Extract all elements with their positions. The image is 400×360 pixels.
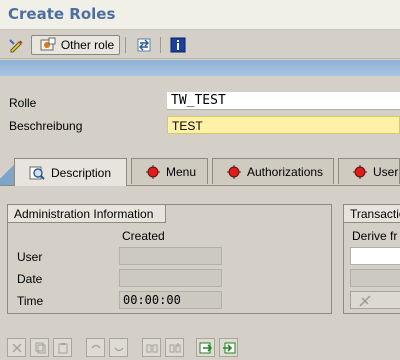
find-next-button[interactable] — [165, 338, 184, 357]
tab-authorizations-label: Authorizations — [247, 164, 324, 179]
application-toolbar: Other role — [0, 31, 400, 59]
red-status-icon — [353, 164, 367, 179]
info-button[interactable] — [168, 35, 188, 55]
switch-button[interactable] — [134, 35, 154, 55]
created-time-label: Time — [17, 294, 44, 308]
paste-button[interactable] — [53, 338, 72, 357]
derive-input[interactable] — [350, 247, 400, 265]
edit-toggle-button[interactable] — [6, 35, 26, 55]
scissors-icon — [12, 343, 21, 352]
rolle-label: Rolle — [9, 96, 37, 110]
tab-authorizations[interactable]: Authorizations — [212, 158, 334, 184]
tab-user[interactable]: User — [338, 158, 400, 184]
binoculars-plus-icon — [169, 342, 180, 352]
toolbar-separator — [125, 37, 126, 53]
created-time-field: 00:00:00 — [119, 291, 222, 309]
description-icon — [29, 166, 45, 180]
edit-pencil-icon — [9, 39, 23, 53]
tab-strip-edge — [0, 158, 14, 186]
created-user-label: User — [17, 250, 43, 264]
created-date-field — [119, 269, 222, 287]
switch-icon — [137, 38, 151, 52]
other-role-label: Other role — [60, 38, 115, 52]
created-header: Created — [122, 229, 165, 243]
tab-content: Administration Information Created User … — [0, 185, 400, 335]
other-role-icon — [40, 37, 56, 51]
info-icon — [170, 37, 186, 53]
transaction-title: Transactio — [344, 205, 400, 223]
created-user-field — [119, 247, 222, 265]
beschreibung-field[interactable]: TEST — [167, 116, 400, 134]
copy-icon — [35, 342, 45, 353]
beschreibung-label: Beschreibung — [9, 119, 83, 133]
import-icon — [222, 342, 235, 353]
tab-description[interactable]: Description — [14, 158, 127, 186]
tab-menu[interactable]: Menu — [131, 158, 208, 184]
paste-icon — [58, 342, 67, 353]
rolle-field[interactable]: TW_TEST — [167, 92, 400, 110]
export-button[interactable] — [196, 338, 215, 357]
export-icon — [199, 342, 212, 353]
find-button[interactable] — [142, 338, 161, 357]
tab-description-label: Description — [51, 165, 112, 180]
transaction-group: Transactio Derive fr — [343, 204, 400, 314]
other-role-button[interactable]: Other role — [31, 35, 120, 55]
toolbar-separator — [160, 37, 161, 53]
redo-button[interactable] — [109, 338, 128, 357]
derive-description-field — [350, 269, 400, 287]
derive-icon — [359, 295, 371, 307]
admin-info-title: Administration Information — [8, 205, 166, 223]
tab-user-label: User — [373, 164, 399, 179]
role-header-fields: Rolle TW_TEST Beschreibung TEST — [0, 76, 400, 152]
page-title: Create Roles — [8, 5, 116, 23]
binoculars-icon — [146, 344, 157, 352]
tab-menu-label: Menu — [166, 164, 197, 179]
undo-button[interactable] — [86, 338, 105, 357]
copy-button[interactable] — [30, 338, 49, 357]
redo-icon — [113, 347, 124, 351]
cut-button[interactable] — [7, 338, 26, 357]
red-status-icon — [146, 164, 160, 179]
red-status-icon — [227, 164, 241, 179]
tab-strip: Description Menu Authorizations User — [0, 158, 400, 186]
derive-action-button[interactable] — [350, 291, 400, 309]
created-date-label: Date — [17, 272, 43, 286]
admin-info-group: Administration Information Created User … — [7, 204, 332, 314]
import-button[interactable] — [219, 338, 238, 357]
derive-label: Derive fr — [352, 229, 398, 243]
title-bar: Create Roles — [0, 0, 400, 30]
header-band — [0, 60, 400, 76]
bottom-toolbar — [0, 335, 400, 360]
undo-icon — [90, 344, 101, 348]
